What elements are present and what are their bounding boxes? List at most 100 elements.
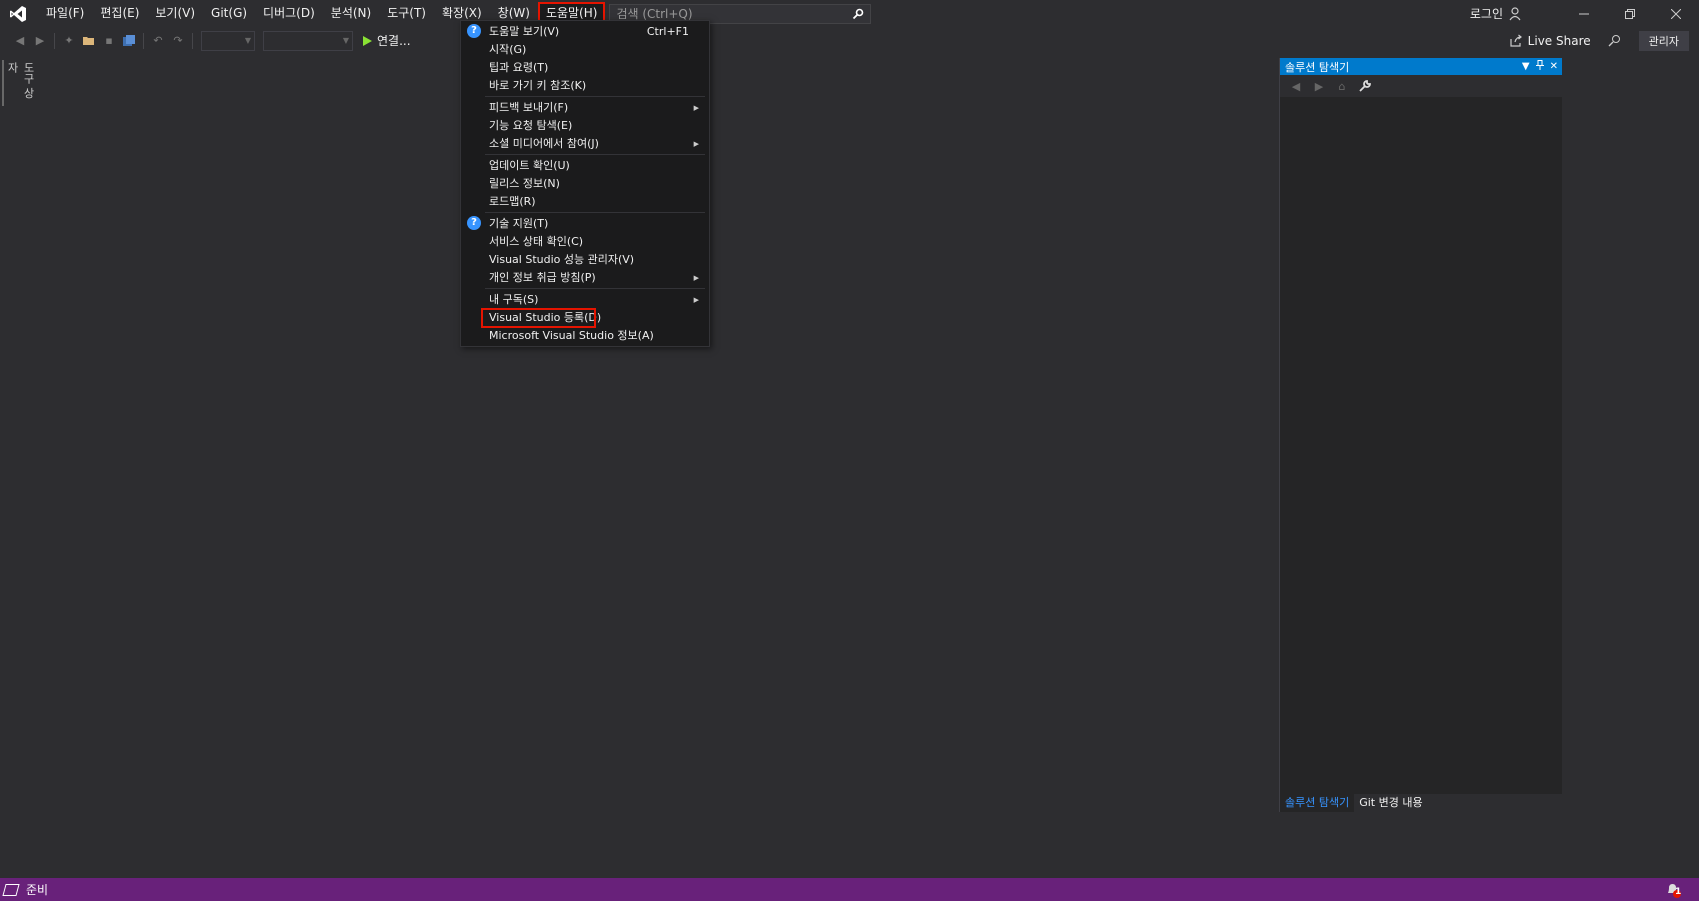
help-menu-item-release-notes[interactable]: 릴리스 정보(N) [461,175,709,193]
login-button[interactable]: 로그인 [1470,5,1523,22]
menu-item-label: 피드백 보내기(F) [489,101,569,114]
menu-separator [485,96,705,97]
run-label: 연결... [377,34,411,48]
minimize-button[interactable] [1561,0,1607,27]
solution-explorer-toolbar: ◀ ▶ ⌂ [1280,75,1562,97]
home-icon[interactable]: ⌂ [1334,78,1350,94]
pin-icon[interactable] [1535,60,1544,73]
help-menu-dropdown: ? 도움말 보기(V) Ctrl+F1 시작(G) 팁과 요령(T) 바로 가기… [460,20,710,347]
tab-git-changes[interactable]: Git 변경 내용 [1354,794,1427,812]
feedback-icon[interactable] [1607,33,1623,49]
help-menu-item-register-product[interactable]: Visual Studio 등록(D) [461,308,709,328]
toolbar-separator [54,32,55,49]
live-share-button[interactable]: Live Share [1509,34,1591,48]
help-menu-item-performance-manager[interactable]: Visual Studio 성능 관리자(V) [461,251,709,269]
restore-icon [1625,8,1635,19]
help-menu-item-view-help[interactable]: ? 도움말 보기(V) Ctrl+F1 [461,23,709,41]
live-share-label: Live Share [1527,33,1591,48]
menu-item-label: 팁과 요령(T) [489,61,549,74]
menu-item-label: 도움말 보기(V) [489,25,560,38]
help-menu-item-tips-tricks[interactable]: 팁과 요령(T) [461,59,709,77]
title-bar-right: 로그인 [1470,0,1699,27]
properties-wrench-icon[interactable] [1357,78,1373,94]
solution-explorer-tabs: 솔루션 탐색기 Git 변경 내용 [1280,794,1563,812]
play-icon [363,35,372,46]
submenu-arrow-icon: ▶ [693,296,699,304]
run-button[interactable]: 연결... [363,32,411,49]
help-menu-item-send-feedback[interactable]: 피드백 보내기(F) ▶ [461,99,709,117]
menu-edit[interactable]: 편집(E) [92,2,147,25]
solution-explorer-title: 솔루션 탐색기 [1285,60,1350,74]
forward-icon[interactable]: ▶ [1311,78,1327,94]
menu-tools[interactable]: 도구(T) [379,2,434,25]
back-icon[interactable]: ◀ [1288,78,1304,94]
close-icon [1671,8,1681,19]
help-menu-item-service-status[interactable]: 서비스 상태 확인(C) [461,233,709,251]
menu-item-label: Microsoft Visual Studio 정보(A) [489,329,654,342]
menu-view[interactable]: 보기(V) [147,2,203,25]
tab-solution-explorer[interactable]: 솔루션 탐색기 [1280,794,1355,812]
solution-explorer-title-bar: 솔루션 탐색기 ▼ ✕ [1280,58,1562,75]
minimize-icon [1579,13,1589,14]
notification-bell-icon[interactable]: 1 [1665,882,1681,898]
back-icon[interactable]: ◀ [12,33,28,49]
restore-button[interactable] [1607,0,1653,27]
help-menu-item-getting-started[interactable]: 시작(G) [461,41,709,59]
menu-item-label: 개인 정보 취급 방침(P) [489,271,596,284]
help-menu-item-privacy-statement[interactable]: 개인 정보 취급 방침(P) ▶ [461,269,709,287]
standard-toolbar: ◀ ▶ ✦ ▪ ↶ ↷ ▼ ▼ 연결... Live Share 관리자 [0,27,1699,54]
title-bar: 파일(F) 편집(E) 보기(V) Git(G) 디버그(D) 분석(N) 도구… [0,0,1699,27]
notification-count: 1 [1675,887,1682,897]
search-icon [853,8,864,19]
help-question-icon: ? [467,24,481,38]
menu-item-label: 로드맵(R) [489,195,536,208]
submenu-arrow-icon: ▶ [693,140,699,148]
menu-item-label: 서비스 상태 확인(C) [489,235,584,248]
toolbar-separator [143,32,144,49]
submenu-arrow-icon: ▶ [693,104,699,112]
menu-separator [485,154,705,155]
help-menu-item-my-subscription[interactable]: 내 구독(S) ▶ [461,291,709,309]
help-menu-item-keyboard-shortcuts[interactable]: 바로 가기 키 참조(K) [461,77,709,95]
undo-icon[interactable]: ↶ [150,33,166,49]
forward-icon[interactable]: ▶ [32,33,48,49]
login-label: 로그인 [1469,7,1503,21]
menu-item-label: 시작(G) [489,43,527,56]
solution-explorer-panel: 솔루션 탐색기 ▼ ✕ ◀ ▶ ⌂ 솔루션 탐색기 Git 변경 내용 [1279,58,1563,812]
panel-close-icon[interactable]: ✕ [1550,61,1558,72]
status-text: 준비 [26,883,49,897]
help-menu-item-technical-support[interactable]: ? 기술 지원(T) [461,215,709,233]
redo-icon[interactable]: ↷ [170,33,186,49]
help-menu-item-about[interactable]: Microsoft Visual Studio 정보(A) [461,327,709,345]
solution-configuration-dropdown[interactable]: ▼ [201,30,255,51]
save-all-icon[interactable] [121,33,137,49]
menu-debug[interactable]: 디버그(D) [255,2,323,25]
toolbox-tab[interactable]: 도구 상자 [0,58,35,108]
solution-platform-dropdown[interactable]: ▼ [263,30,353,51]
new-project-icon[interactable]: ✦ [61,33,77,49]
close-button[interactable] [1653,0,1699,27]
visual-studio-logo-icon [8,4,28,24]
help-question-icon: ? [467,216,481,230]
help-menu-item-roadmap[interactable]: 로드맵(R) [461,193,709,211]
menu-item-label: 릴리스 정보(N) [489,177,560,190]
menu-git[interactable]: Git(G) [203,2,255,25]
panel-controls: ▼ ✕ [1522,58,1558,75]
menu-separator [485,288,705,289]
live-share-icon [1510,34,1522,47]
menu-item-label: 바로 가기 키 참조(K) [489,79,587,92]
menu-item-label: Visual Studio 성능 관리자(V) [489,253,635,266]
help-menu-item-social-media[interactable]: 소셜 미디어에서 참여(J) ▶ [461,135,709,153]
toolbar-separator [192,32,193,49]
save-icon[interactable]: ▪ [101,33,117,49]
submenu-arrow-icon: ▶ [693,274,699,282]
panel-dropdown-icon[interactable]: ▼ [1522,61,1530,72]
help-menu-item-check-updates[interactable]: 업데이트 확인(U) [461,157,709,175]
menu-file[interactable]: 파일(F) [38,2,92,25]
highlight-box [481,308,596,328]
menu-item-label: 내 구독(S) [489,293,539,306]
help-menu-item-feature-requests[interactable]: 기능 요청 탐색(E) [461,117,709,135]
status-bar: 준비 1 [0,878,1699,901]
open-folder-icon[interactable] [81,33,97,49]
menu-analyze[interactable]: 분석(N) [323,2,379,25]
